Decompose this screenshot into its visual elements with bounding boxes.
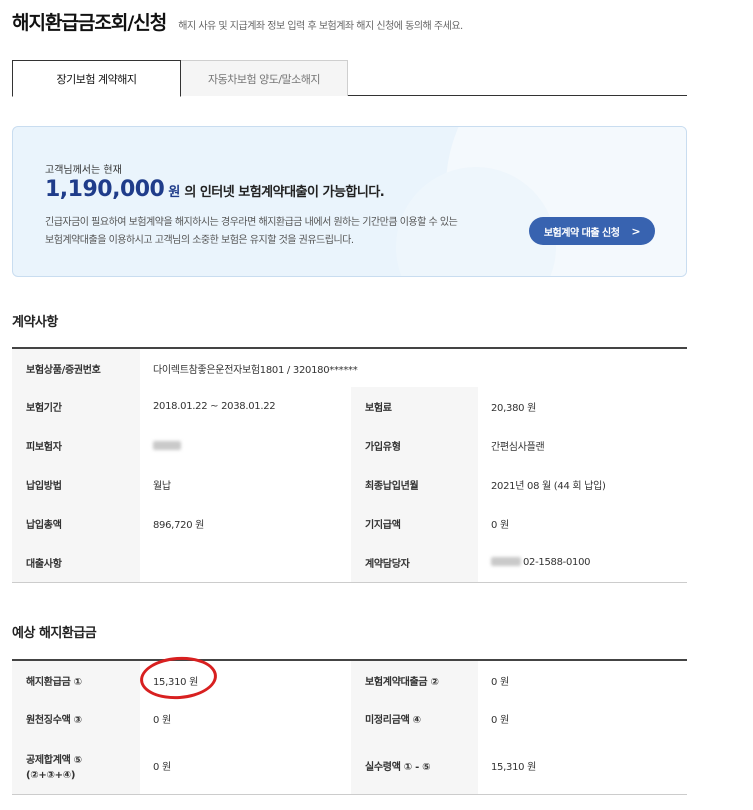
page-description: 해지 사유 및 지급계좌 정보 입력 후 보험계좌 해지 신청에 동의해 주세요… (178, 21, 463, 32)
table-row: 해지환급금 ① 15,310 원 보험계약대출금 ② 0 원 (12, 660, 687, 699)
table-row: 납입총액 896,720 원 기지급액 0 원 (12, 504, 687, 543)
redacted-name (491, 557, 521, 567)
tab-auto-insurance-transfer[interactable]: 자동차보험 양도/말소해지 (181, 60, 348, 96)
redacted-name (153, 440, 181, 450)
table-row: 원천징수액 ③ 0 원 미정리금액 ④ 0 원 (12, 699, 687, 738)
manager-phone: 02-1588-0100 (523, 556, 591, 568)
chevron-right-icon: > (631, 224, 641, 238)
tab-long-term-insurance[interactable]: 장기보험 계약해지 (12, 60, 181, 97)
row-value: 2018.01.22 ~ 2038.01.22 (153, 401, 276, 412)
banner-headline: 1,190,000 원 의 인터넷 보험계약대출이 가능합니다. (45, 177, 385, 202)
row-value: 0 원 (491, 520, 509, 531)
row-value: 20,380 원 (491, 403, 536, 414)
page-title: 해지환급금조회/신청 (12, 12, 167, 34)
table-row: 보험기간 2018.01.22 ~ 2038.01.22 보험료 20,380 … (12, 387, 687, 426)
row-label: 피보험자 (12, 426, 140, 465)
row-label: 보험료 (351, 387, 478, 426)
table-row: 대출사항 계약담당자 02-1588-0100 (12, 543, 687, 582)
row-label: 납입총액 (12, 504, 140, 543)
table-row: 피보험자 가입유형 간편심사플랜 (12, 426, 687, 465)
refund-table: 해지환급금 ① 15,310 원 보험계약대출금 ② 0 원 원천징수액 ③ 0… (12, 659, 687, 795)
manager-value: 02-1588-0100 (478, 543, 687, 582)
banner-description-line2: 보험계약대출을 이용하시고 고객님의 소중한 보험은 유지할 것을 권유드립니다… (45, 235, 354, 246)
row-label: 계약담당자 (351, 543, 478, 582)
row-label: 기지급액 (351, 504, 478, 543)
page-header: 해지환급금조회/신청 해지 사유 및 지급계좌 정보 입력 후 보험계좌 해지 … (12, 8, 463, 35)
row-value: 0 원 (153, 762, 171, 774)
row-label: 납입방법 (12, 465, 140, 504)
row-label: 보험계약대출금 ② (351, 660, 478, 699)
product-value: 다이렉트참좋은운전자보험1801 / 320180****** (153, 364, 358, 376)
refund-amount-value: 15,310 원 (153, 676, 198, 688)
row-label: 최종납입년월 (351, 465, 478, 504)
banner-description-line1: 긴급자금이 필요하여 보험계약을 해지하시는 경우라면 해지환급금 내에서 원하… (45, 217, 458, 228)
row-value: 월납 (153, 481, 171, 492)
banner-intro-text: 고객님께서는 현재 (45, 165, 122, 176)
loan-button-label: 보험계약 대출 신청 (543, 227, 620, 239)
loan-banner: 고객님께서는 현재 1,190,000 원 의 인터넷 보험계약대출이 가능합니… (12, 126, 687, 277)
loan-amount: 1,190,000 (45, 177, 165, 202)
row-label: 미정리금액 ④ (351, 699, 478, 738)
row-value: 896,720 원 (153, 520, 205, 531)
row-label: 해지환급금 ① (12, 660, 140, 699)
refund-section-title: 예상 해지환급금 (12, 626, 97, 641)
row-value: 간편심사플랜 (491, 442, 545, 453)
table-row: 공제합계액 ⑤ (②+③+④) 0 원 실수령액 ① - ⑤ 15,310 원 (12, 738, 687, 794)
table-row: 납입방법 월납 최종납입년월 2021년 08 월 (44 회 납입) (12, 465, 687, 504)
row-label: 원천징수액 ③ (12, 699, 140, 738)
row-value: 0 원 (491, 676, 509, 688)
contract-section-title: 계약사항 (12, 315, 58, 330)
row-label: 가입유형 (351, 426, 478, 465)
deduction-label: 공제합계액 ⑤ (26, 754, 82, 766)
row-value: 0 원 (153, 715, 171, 726)
table-row: 보험상품/증권번호 다이렉트참좋은운전자보험1801 / 320180*****… (12, 348, 687, 387)
row-label: 공제합계액 ⑤ (②+③+④) (12, 738, 140, 794)
loan-info-value (140, 543, 351, 582)
row-value: 0 원 (491, 715, 509, 726)
row-label: 실수령액 ① - ⑤ (351, 738, 478, 794)
tab-bar: 장기보험 계약해지 자동차보험 양도/말소해지 (12, 60, 687, 97)
net-amount-value: 15,310 원 (491, 762, 536, 774)
insurance-loan-apply-button[interactable]: 보험계약 대출 신청 > (529, 217, 655, 245)
banner-message: 의 인터넷 보험계약대출이 가능합니다. (184, 185, 385, 200)
row-value: 2021년 08 월 (44 회 납입) (491, 481, 606, 492)
row-label: 보험기간 (12, 387, 140, 426)
deduction-formula: (②+③+④) (26, 769, 76, 781)
product-label: 보험상품/증권번호 (12, 348, 140, 387)
contract-table: 보험상품/증권번호 다이렉트참좋은운전자보험1801 / 320180*****… (12, 347, 687, 583)
row-label: 대출사항 (12, 543, 140, 582)
loan-amount-unit: 원 (168, 185, 181, 200)
insured-person-value (140, 426, 351, 465)
